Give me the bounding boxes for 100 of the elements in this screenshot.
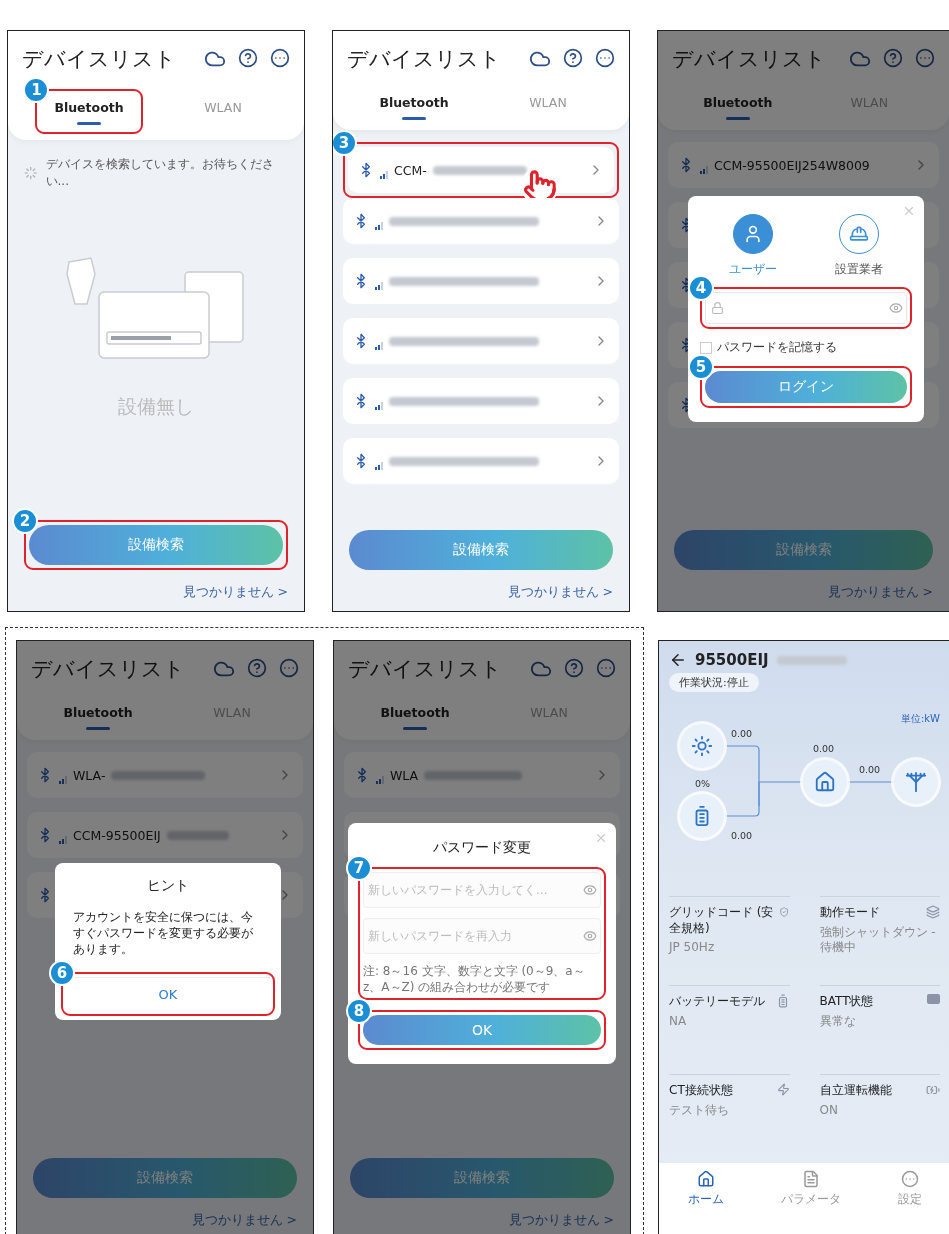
battery-soc-value: 0% bbox=[695, 778, 711, 789]
more-icon[interactable] bbox=[915, 48, 935, 68]
checkbox-label: パスワードを記憶する bbox=[717, 339, 837, 356]
dialog-message: アカウントを安全に保つには、今すぐパスワードを変更する必要があります。 bbox=[72, 909, 254, 958]
device-name: CCM-95500EIJ bbox=[73, 827, 161, 843]
signal-icon bbox=[375, 402, 383, 410]
loading-spinner-icon bbox=[24, 166, 38, 180]
help-icon[interactable] bbox=[247, 658, 267, 678]
worker-icon bbox=[849, 224, 869, 244]
shield-check-icon bbox=[779, 905, 790, 919]
info-label: 自立運転機能 bbox=[819, 1083, 892, 1099]
not-found-link[interactable]: 見つかりません > bbox=[191, 1212, 297, 1229]
signal-icon bbox=[59, 776, 67, 784]
device-name: CCM- bbox=[394, 162, 427, 178]
info-label: BATT状態 bbox=[819, 994, 874, 1010]
search-devices-button[interactable]: 設備検索 bbox=[350, 1158, 614, 1198]
step-number-badge: 8 bbox=[346, 998, 372, 1025]
device-row[interactable]: CCM-95500EIJ254W8009 bbox=[668, 142, 939, 188]
tab[interactable]: Bluetooth bbox=[365, 89, 463, 124]
nav-tab[interactable]: 設定 bbox=[891, 1169, 928, 1209]
not-found-link[interactable]: 見つかりません > bbox=[827, 584, 933, 601]
tab[interactable]: Bluetooth bbox=[366, 699, 464, 734]
not-found-link[interactable]: 見つかりません > bbox=[182, 584, 288, 601]
search-devices-button[interactable]: 設備検索 bbox=[29, 525, 283, 565]
pylon-icon bbox=[905, 771, 927, 793]
info-value: 強制シャットダウン - 待機中 bbox=[819, 924, 937, 956]
device-row[interactable]: WLA bbox=[344, 752, 620, 798]
grid-power-value: 0.00 bbox=[859, 764, 881, 775]
signal-icon bbox=[375, 282, 383, 290]
help-icon[interactable] bbox=[238, 48, 258, 68]
help-icon[interactable] bbox=[564, 658, 584, 678]
eye-icon[interactable] bbox=[583, 929, 597, 943]
search-devices-button[interactable]: 設備検索 bbox=[33, 1158, 297, 1198]
status-chip: 作業状況:停止 bbox=[669, 673, 759, 692]
info-value: NA bbox=[669, 1013, 688, 1030]
tab[interactable]: WLAN bbox=[190, 89, 256, 134]
more-icon bbox=[900, 1170, 919, 1188]
search-devices-button[interactable]: 設備検索 bbox=[349, 530, 613, 570]
more-icon[interactable] bbox=[595, 48, 615, 68]
nav-tab[interactable]: パラメータ bbox=[774, 1169, 847, 1209]
step-number-badge: 5 bbox=[688, 354, 714, 380]
dialog-title: パスワード変更 bbox=[432, 839, 532, 857]
checkbox[interactable] bbox=[700, 341, 712, 354]
ems-icon bbox=[927, 994, 940, 1004]
signal-icon bbox=[375, 342, 383, 350]
lightning-icon bbox=[776, 1083, 790, 1096]
solar-power-value: 0.00 bbox=[731, 728, 753, 739]
dialog-title: ヒント bbox=[146, 877, 190, 895]
layers-icon bbox=[926, 905, 940, 919]
step-number-badge: 2 bbox=[12, 508, 38, 534]
device-row[interactable]: CCM-95500EIJ bbox=[27, 812, 303, 858]
help-icon[interactable] bbox=[883, 48, 903, 68]
signal-icon bbox=[380, 171, 388, 179]
screen-title: デバイスリスト bbox=[31, 656, 185, 683]
screen-title: デバイスリスト bbox=[347, 46, 501, 73]
scanning-message: デバイスを検索しています。お待ちください... bbox=[45, 156, 275, 190]
screen-title: デバイスリスト bbox=[672, 46, 826, 73]
step-number-badge: 1 bbox=[23, 77, 50, 103]
tab[interactable]: Bluetooth bbox=[49, 699, 147, 734]
more-icon[interactable] bbox=[279, 658, 299, 678]
user-icon bbox=[743, 224, 763, 244]
lock-icon bbox=[711, 301, 724, 315]
step-number-badge: 4 bbox=[688, 275, 714, 301]
device-name: WLA bbox=[390, 767, 419, 783]
device-id: 95500EIJ bbox=[695, 651, 769, 669]
device-row[interactable]: WLA- bbox=[27, 752, 303, 798]
not-found-link[interactable]: 見つかりません > bbox=[508, 1212, 614, 1229]
sun-icon bbox=[691, 735, 713, 757]
battery-charging-icon bbox=[926, 1083, 940, 1097]
tab[interactable]: Bluetooth bbox=[689, 89, 787, 124]
device-name: WLA- bbox=[73, 767, 106, 783]
signal-icon bbox=[700, 166, 708, 174]
info-value: ON bbox=[819, 1102, 839, 1119]
load-power-value: 0.00 bbox=[813, 743, 835, 754]
more-icon[interactable] bbox=[270, 48, 290, 68]
signal-icon bbox=[376, 776, 384, 784]
help-icon[interactable] bbox=[563, 48, 583, 68]
eye-icon[interactable] bbox=[889, 301, 903, 315]
signal-icon bbox=[375, 462, 383, 470]
login-button[interactable]: ログイン bbox=[705, 371, 907, 403]
not-found-link[interactable]: 見つかりません > bbox=[507, 584, 613, 601]
screen-title: デバイスリスト bbox=[22, 46, 176, 73]
device-name: CCM-95500EIJ254W8009 bbox=[714, 157, 870, 173]
screen-title: デバイスリスト bbox=[348, 656, 502, 683]
step-number-badge: 7 bbox=[346, 855, 372, 881]
info-label: 動作モード bbox=[819, 905, 880, 921]
signal-icon bbox=[375, 222, 383, 230]
info-label: CT接続状態 bbox=[669, 1083, 733, 1099]
info-label: グリッドコード (安全規格) bbox=[669, 905, 775, 937]
more-icon[interactable] bbox=[596, 658, 616, 678]
document-icon bbox=[801, 1170, 820, 1188]
eye-icon[interactable] bbox=[583, 883, 597, 897]
info-value: JP 50Hz bbox=[669, 940, 716, 956]
tab[interactable]: WLAN bbox=[515, 89, 581, 124]
step-number-badge: 6 bbox=[49, 959, 75, 986]
nav-tab[interactable]: ホーム bbox=[681, 1169, 730, 1209]
ok-button[interactable]: OK bbox=[363, 1015, 601, 1046]
info-value: 異常な bbox=[819, 1013, 857, 1030]
info-label: バッテリーモデル bbox=[669, 994, 765, 1010]
search-devices-button[interactable]: 設備検索 bbox=[674, 530, 933, 570]
